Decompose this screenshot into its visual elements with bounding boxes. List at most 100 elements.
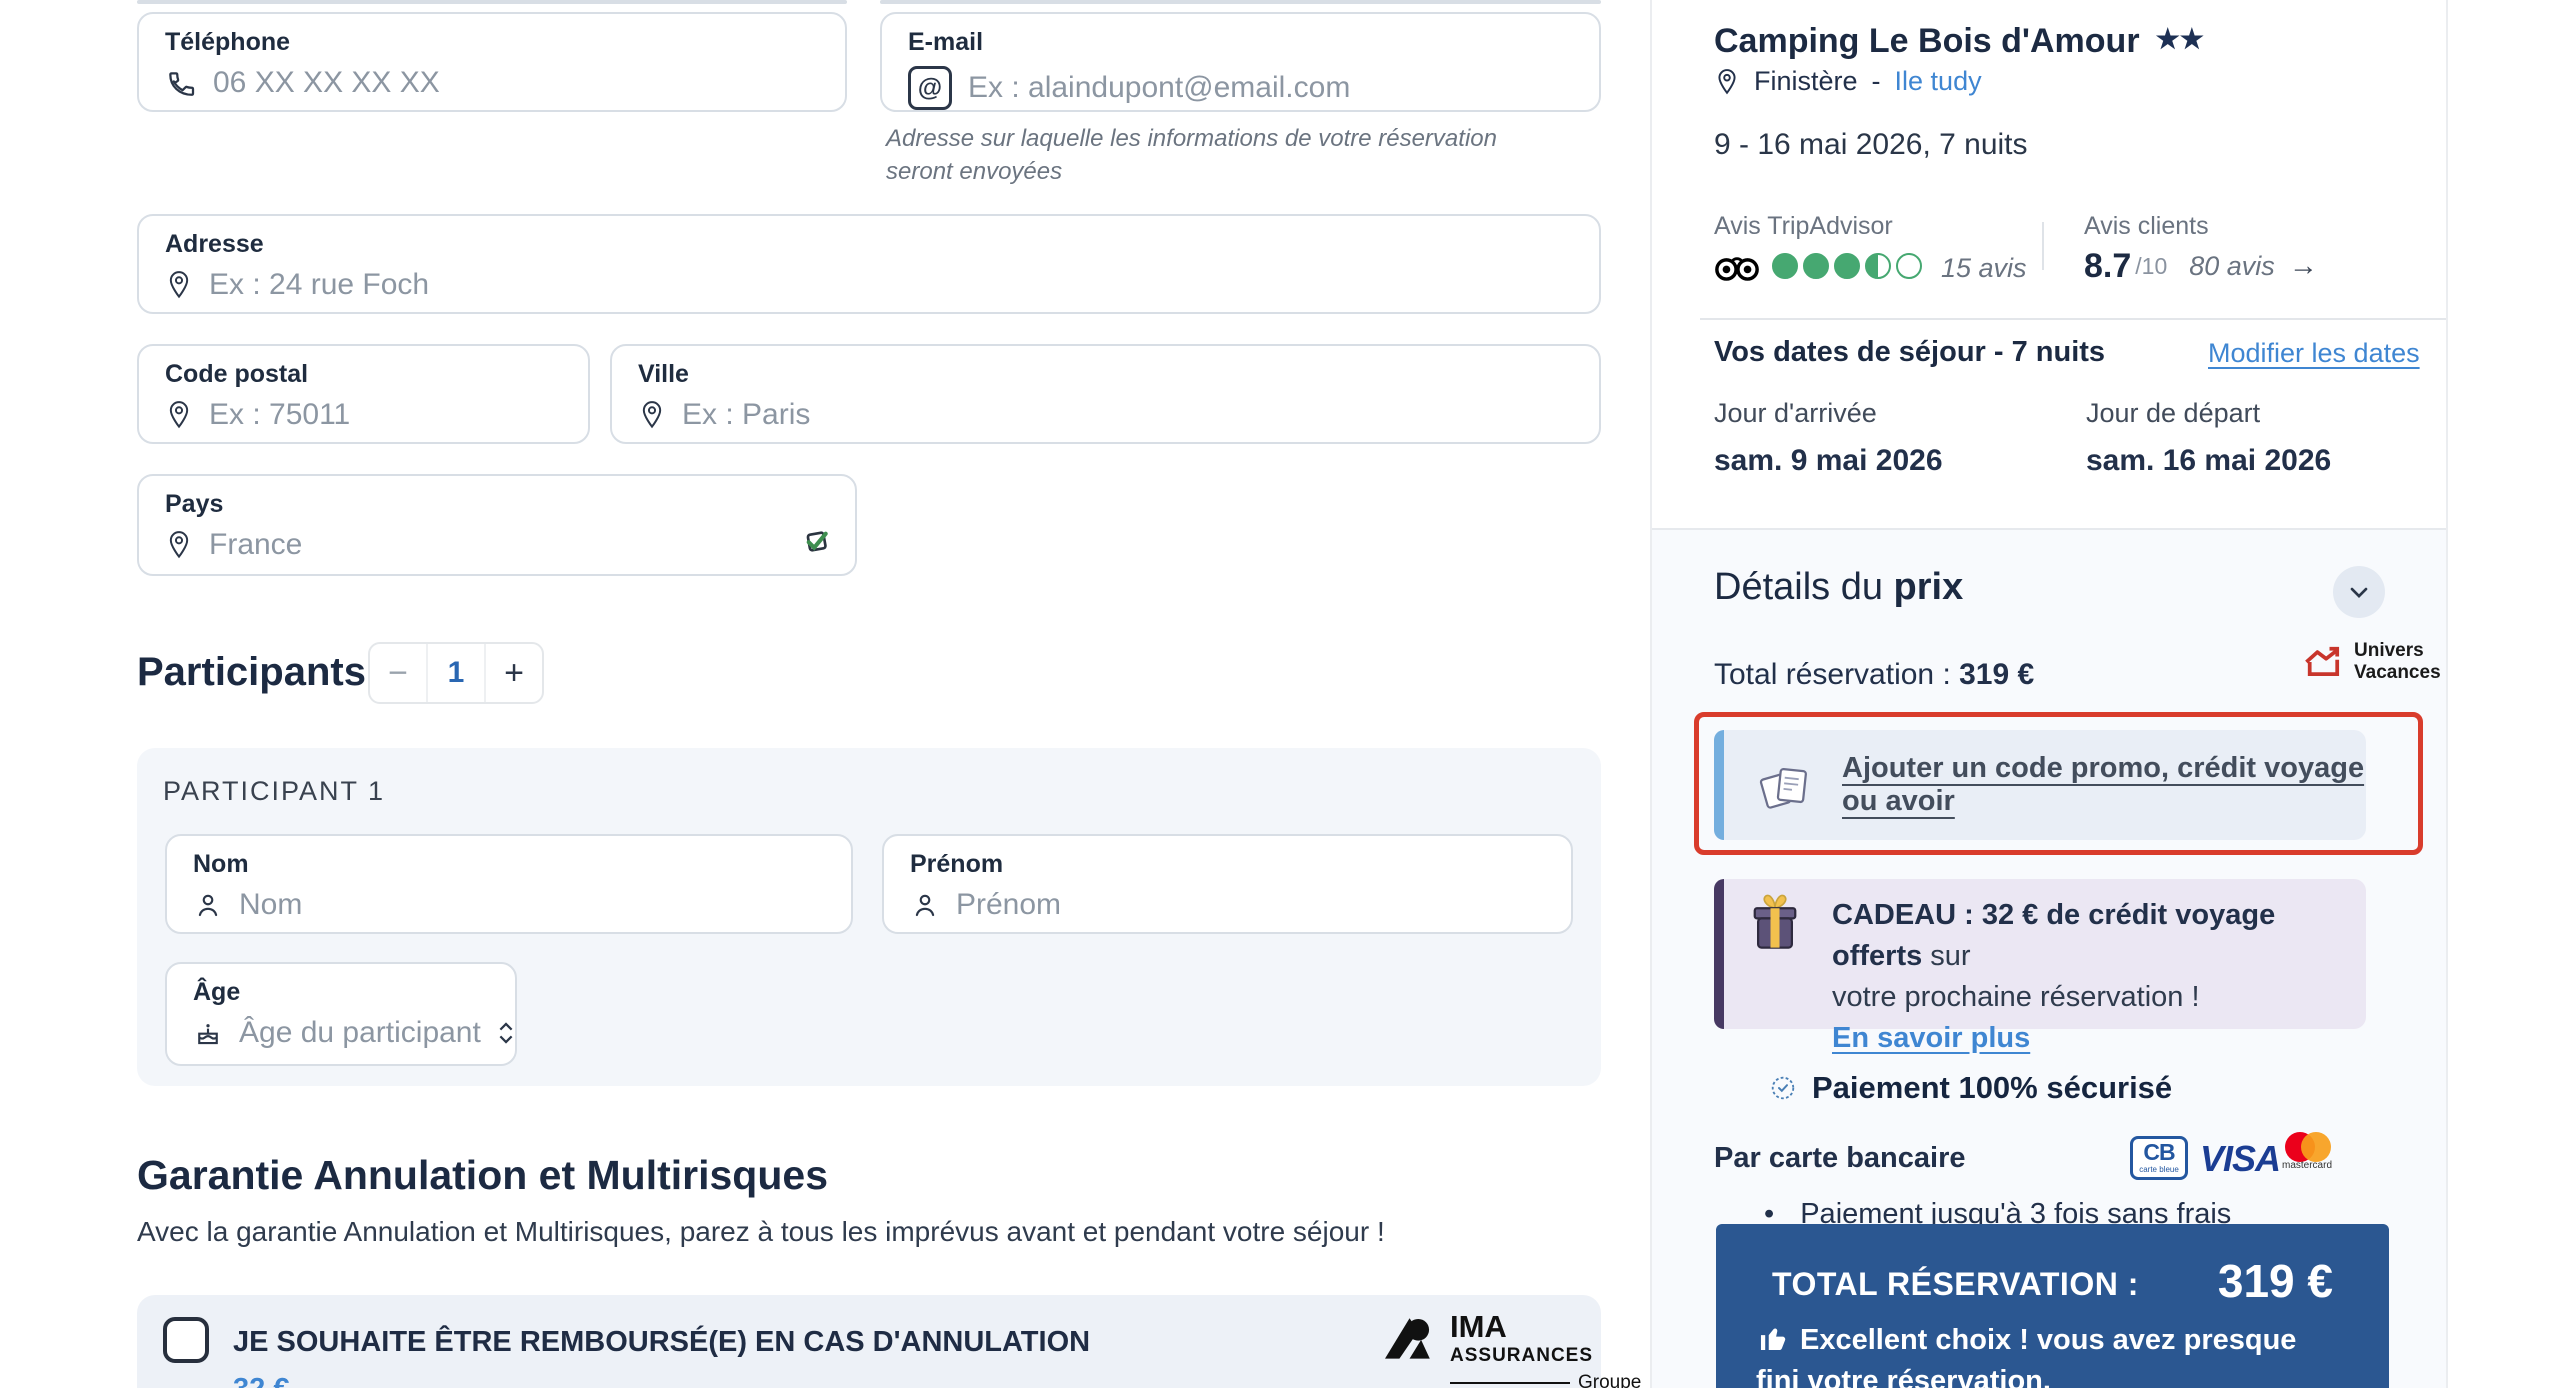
participant-count-stepper[interactable]: − 1 + [368,642,544,704]
age-select[interactable]: Âge Âge du participant [165,962,517,1066]
booking-page: Téléphone 06 XX XX XX XX E-mail @ Ex : a… [0,0,2560,1388]
first-name-placeholder: Prénom [956,888,1062,921]
reviews-arrow-link[interactable]: → [2289,250,2318,283]
address-label: Adresse [165,230,264,258]
brand-line1: Univers [2354,640,2424,661]
map-pin-icon [638,399,666,431]
univers-vacances-logo: Univers Vacances [2302,640,2441,684]
gift-bold-text: CADEAU : 32 € de crédit voyage offerts [1832,899,2276,972]
visa-logo: VISA [2200,1138,2281,1179]
secure-check-icon [1770,1075,1796,1101]
phone-icon [165,67,197,99]
validated-check-icon [799,524,833,558]
ima-group: Groupe [1578,1372,1642,1388]
tripadvisor-owl-icon [1714,253,1760,284]
ima-assurances-logo: IMA ASSURANCES GroupeIMA [1382,1311,1684,1388]
phone-placeholder: 06 XX XX XX XX [213,66,440,99]
price-details-section: Détails du prix Total réservation : 319 … [1652,528,2446,1388]
price-title-bold: prix [1893,566,1964,608]
arrival-value: sam. 9 mai 2026 [1714,444,1943,477]
tripadvisor-rating [1772,253,1927,284]
age-placeholder: Âge du participant [239,1016,481,1049]
first-name-field[interactable]: Prénom Prénom [882,834,1573,934]
gift-icon [1748,891,1802,957]
thumbs-up-icon [1760,1328,1786,1351]
annotation-highlight [1694,712,2423,855]
gift-credit-box: CADEAU : 32 € de crédit voyage offerts s… [1714,879,2366,1054]
camping-title: Camping Le Bois d'Amour ★★ [1714,22,2204,61]
learn-more-link[interactable]: En savoir plus [1832,1018,2332,1059]
postal-code-field[interactable]: Code postal Ex : 75011 [137,344,590,444]
secure-payment-row: Paiement 100% sécurisé [1770,1070,2172,1106]
univers-vacances-icon [2302,643,2346,681]
chevron-down-icon [2345,578,2373,606]
mastercard-text: mastercard [2281,1160,2332,1171]
country-field[interactable]: Pays France [137,474,857,576]
client-reviews-label: Avis clients [2084,212,2209,240]
location-row: Finistère - Ile tudy [1714,66,1982,97]
refund-checkbox[interactable] [163,1317,209,1363]
client-reviews-block: Avis clients 8.7 /10 80 avis → [2084,212,2318,286]
city-placeholder: Ex : Paris [682,398,811,431]
address-field[interactable]: Adresse Ex : 24 rue Foch [137,214,1601,314]
participant-count-value: 1 [447,656,465,689]
city-label: Ville [638,360,689,388]
cb-text: CB [2143,1139,2175,1165]
insurance-card: JE SOUHAITE ÊTRE REMBOURSÉ(E) EN CAS D'A… [137,1295,1684,1388]
decrement-button[interactable]: − [370,644,426,702]
collapse-price-details-button[interactable] [2333,566,2385,618]
departure-value: sam. 16 mai 2026 [2086,444,2332,477]
country-value: France [209,528,303,561]
cb-subtext: carte bleue [2139,1165,2179,1174]
map-pin-icon [165,399,193,431]
total-reservation-line: Total réservation : 319 € [1714,658,2034,692]
participant-card: PARTICIPANT 1 Nom Nom Prénom Prénom Âge [137,748,1601,1086]
reviews-divider [2042,222,2044,270]
edit-dates-link[interactable]: Modifier les dates [2208,338,2420,369]
email-label: E-mail [908,28,984,56]
map-pin-icon [1714,67,1740,97]
secure-payment-label: Paiement 100% sécurisé [1812,1070,2173,1105]
birthday-cake-icon [193,1018,223,1048]
total-box-message-text: Excellent choix ! vous avez presque fini… [1756,1324,2297,1388]
mastercard-logo: mastercard [2280,1130,2334,1171]
last-name-placeholder: Nom [239,888,303,921]
postal-code-placeholder: Ex : 75011 [209,398,351,431]
booking-summary-sidebar: Camping Le Bois d'Amour ★★ Finistère - Il… [1650,0,2448,1388]
total-box-message: Excellent choix ! vous avez presque fini… [1756,1320,2336,1388]
select-arrows-icon [497,1018,515,1048]
last-name-field[interactable]: Nom Nom [165,834,853,934]
map-pin-icon [165,529,193,561]
total-value: 319 € [1959,658,2035,691]
increment-button[interactable]: + [486,644,542,702]
client-score-scale: /10 [2135,253,2168,279]
refund-checkbox-label: JE SOUHAITE ÊTRE REMBOURSÉ(E) EN CAS D'A… [233,1326,1091,1358]
total-reservation-box: TOTAL RÉSERVATION : 319 € Excellent choi… [1716,1224,2389,1388]
tripadvisor-label: Avis TripAdvisor [1714,212,1893,240]
total-box-value: 319 € [2217,1255,2333,1307]
client-reviews-count: 80 avis [2189,251,2275,281]
ima-rule [1450,1381,1570,1384]
star-rating: ★★ [2155,24,2204,54]
gift-credit-text: CADEAU : 32 € de crédit voyage offerts s… [1832,895,2332,1059]
city-link[interactable]: Ile tudy [1895,66,1982,97]
last-name-label: Nom [193,850,249,878]
map-pin-icon [165,269,193,301]
age-label: Âge [193,978,241,1006]
region-label: Finistère [1754,66,1858,96]
country-label: Pays [165,490,224,518]
cutoff-field-edge [880,0,1601,4]
email-field[interactable]: E-mail @ Ex : alaindupont@email.com [880,12,1601,112]
address-placeholder: Ex : 24 rue Foch [209,268,430,301]
separator: - [1871,66,1881,96]
participants-heading: Participants [137,650,366,694]
stay-dates-title: Vos dates de séjour - 7 nuits [1714,336,2106,368]
cutoff-field-edge [137,0,847,4]
section-divider [1700,318,2446,320]
city-field[interactable]: Ville Ex : Paris [610,344,1601,444]
phone-field[interactable]: Téléphone 06 XX XX XX XX [137,12,847,112]
gift-accent-bar [1714,879,1724,1029]
ima-logo-icon [1382,1311,1440,1363]
arrival-label: Jour d'arrivée [1714,398,1877,428]
camping-name: Camping Le Bois d'Amour [1714,22,2140,60]
